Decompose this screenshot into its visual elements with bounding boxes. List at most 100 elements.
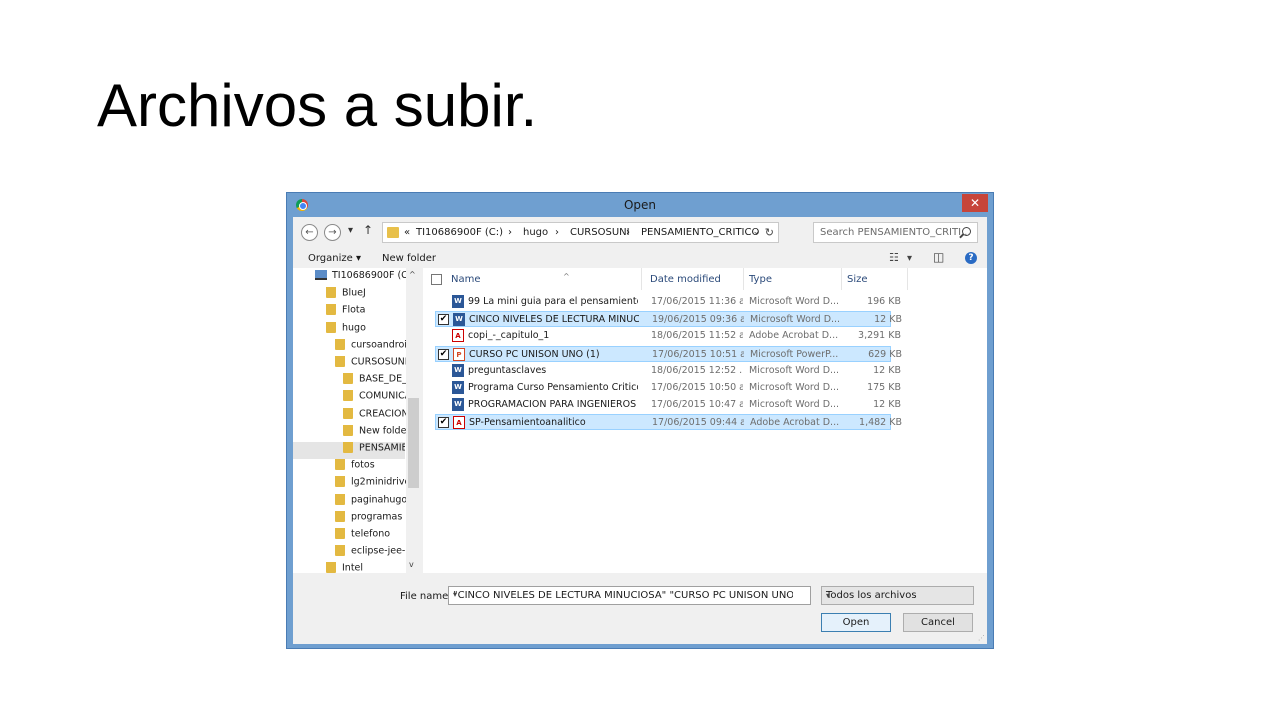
file-row[interactable]: ✔ A SP-Pensamientoanalitico 17/06/2015 09:4…	[435, 414, 902, 431]
search-placeholder: Search PENSAMIENTO_CRITI...	[820, 227, 971, 238]
ppt-file-icon: P	[453, 347, 465, 361]
file-date: 17/06/2015 10:47 a...	[651, 399, 743, 411]
scroll-up-icon[interactable]: ^	[409, 270, 416, 279]
pdf-file-icon: A	[452, 329, 464, 343]
folder-icon	[335, 459, 345, 471]
file-type: Microsoft Word D...	[749, 382, 840, 393]
word-file-icon: W	[452, 363, 464, 377]
select-all-checkbox[interactable]	[431, 274, 442, 285]
close-button[interactable]: ✕	[962, 194, 988, 212]
file-date: 17/06/2015 09:44 a...	[652, 417, 744, 429]
tree-item-label: PENSAMIEI	[359, 442, 405, 454]
window-title: Open	[623, 198, 657, 212]
folder-icon	[326, 562, 336, 573]
file-size: 3,291 KB	[858, 330, 901, 342]
row-checkbox[interactable]: ✔	[438, 417, 449, 429]
tree-item-label: Intel	[342, 562, 364, 573]
folder-icon	[335, 493, 345, 505]
row-checkbox[interactable]: ✔	[438, 314, 449, 326]
tree-item-label: CURSOSUNI	[351, 356, 408, 368]
file-type: Adobe Acrobat D...	[750, 417, 840, 429]
breadcrumb-pensamiento[interactable]: PENSAMIENTO_CRITICO	[641, 227, 759, 238]
chevron-down-icon: ▾	[826, 591, 831, 600]
file-size: 1,482 KB	[859, 417, 902, 429]
breadcrumb-separator[interactable]: ›	[555, 227, 559, 238]
column-header-name[interactable]: Name ^	[451, 272, 570, 285]
word-file-icon: W	[452, 295, 464, 308]
preview-pane-icon[interactable]: ◫	[933, 250, 944, 264]
tree-item-label: TI10686900F (C:)	[332, 270, 415, 281]
chevron-down-icon[interactable]: ⌄	[752, 227, 760, 237]
open-button[interactable]: Open	[821, 613, 891, 632]
column-header-date[interactable]: Date modified	[650, 274, 721, 285]
folder-icon	[326, 304, 336, 316]
folder-icon	[326, 321, 336, 333]
recent-locations-dropdown[interactable]: ▾	[348, 225, 353, 236]
scrollbar-thumb[interactable]	[408, 398, 419, 488]
file-type-select[interactable]: Todos los archivos ▾	[821, 586, 974, 605]
file-row[interactable]: W PROGRAMACION PARA INGENIEROS 2 17/06/201…	[435, 397, 901, 413]
forward-button[interactable]: →	[324, 224, 341, 241]
up-button[interactable]: ↑	[363, 223, 373, 237]
tree-item[interactable]: PENSAMIEI	[293, 442, 405, 459]
folder-icon	[335, 510, 345, 522]
view-dropdown[interactable]: ▾	[907, 253, 912, 264]
file-row[interactable]: ✔ W CINCO NIVELES DE LECTURA MINUCI... 19/0…	[435, 311, 902, 328]
tree-scrollbar[interactable]: ^ v	[406, 268, 421, 573]
column-divider[interactable]	[841, 268, 842, 290]
folder-icon	[343, 373, 353, 385]
row-checkbox[interactable]: ✔	[438, 348, 449, 360]
file-row[interactable]: W 99 La mini guia para el pensamiento c..…	[435, 294, 901, 310]
file-row[interactable]: ✔ P CURSO PC UNISON UNO (1) 17/06/2015 10:5…	[435, 345, 902, 362]
file-row[interactable]: Acopi_-_capitulo_1 18/06/2015 11:52 a... A…	[435, 328, 901, 344]
breadcrumb-cursosuni[interactable]: CURSOSUNI	[570, 227, 630, 238]
column-divider[interactable]	[641, 268, 642, 290]
scroll-down-icon[interactable]: v	[409, 560, 414, 569]
column-divider[interactable]	[743, 268, 744, 290]
search-input[interactable]: Search PENSAMIENTO_CRITI...	[813, 222, 978, 243]
breadcrumb-separator[interactable]: ›	[508, 227, 512, 238]
column-name-label: Name	[451, 274, 481, 285]
file-date: 18/06/2015 11:52 a...	[651, 330, 743, 342]
back-button[interactable]: ←	[301, 224, 318, 241]
view-options-icon[interactable]: ☷	[889, 251, 899, 264]
address-chevron[interactable]: «	[404, 227, 410, 238]
file-size: 12 KB	[874, 314, 902, 326]
column-divider[interactable]	[907, 268, 908, 290]
refresh-icon[interactable]: ↻	[765, 226, 774, 239]
tree-item-label: paginahugo	[351, 494, 408, 506]
title-bar[interactable]: Open ✕	[287, 193, 993, 217]
navigation-tree: TI10686900F (C:) BlueJ Flota hugo cursoandro…	[293, 268, 421, 573]
file-name: 99 La mini guia para el pensamiento c...	[468, 296, 638, 307]
tree-item-label: hugo	[342, 322, 366, 334]
file-type: Microsoft Word D...	[750, 314, 841, 326]
search-icon[interactable]	[962, 227, 971, 236]
breadcrumb-drive[interactable]: TI10686900F (C:)	[416, 227, 503, 238]
new-folder-button[interactable]: New folder	[382, 253, 436, 264]
file-row[interactable]: Wpreguntasclaves 18/06/2015 12:52 ... Micr…	[435, 363, 901, 379]
file-type: Microsoft Word D...	[749, 296, 840, 307]
tree-item-label: programas	[351, 511, 403, 523]
help-icon[interactable]: ?	[965, 252, 977, 264]
column-header-type[interactable]: Type	[749, 274, 772, 285]
folder-icon	[335, 338, 345, 350]
breadcrumb-separator[interactable]: ›	[626, 227, 630, 238]
file-size: 196 KB	[867, 296, 901, 307]
tree-item-label: BlueJ	[342, 287, 366, 299]
breadcrumb-hugo[interactable]: hugo	[523, 227, 548, 238]
organize-menu[interactable]: Organize ▾	[308, 253, 361, 264]
chevron-down-icon[interactable]: ▾	[453, 590, 793, 599]
file-name: preguntasclaves	[468, 364, 547, 376]
column-header-size[interactable]: Size	[847, 274, 868, 285]
file-name: copi_-_capitulo_1	[468, 330, 550, 342]
file-date: 17/06/2015 11:36 a...	[651, 296, 743, 307]
address-bar[interactable]: « TI10686900F (C:) › hugo › CURSOSUNI › …	[382, 222, 779, 243]
file-name: CINCO NIVELES DE LECTURA MINUCI...	[469, 314, 639, 326]
cancel-button[interactable]: Cancel	[903, 613, 973, 632]
file-name-input[interactable]: "CINCO NIVELES DE LECTURA MINUCIOSA" "CU…	[448, 586, 811, 605]
resize-grip-icon[interactable]: ⋰	[978, 634, 985, 642]
tree-item-label: New folder	[359, 425, 411, 437]
file-row[interactable]: W Programa Curso Pensamiento Critico ... 1…	[435, 380, 901, 396]
file-type: Microsoft Word D...	[749, 399, 840, 411]
folder-icon	[343, 424, 353, 436]
